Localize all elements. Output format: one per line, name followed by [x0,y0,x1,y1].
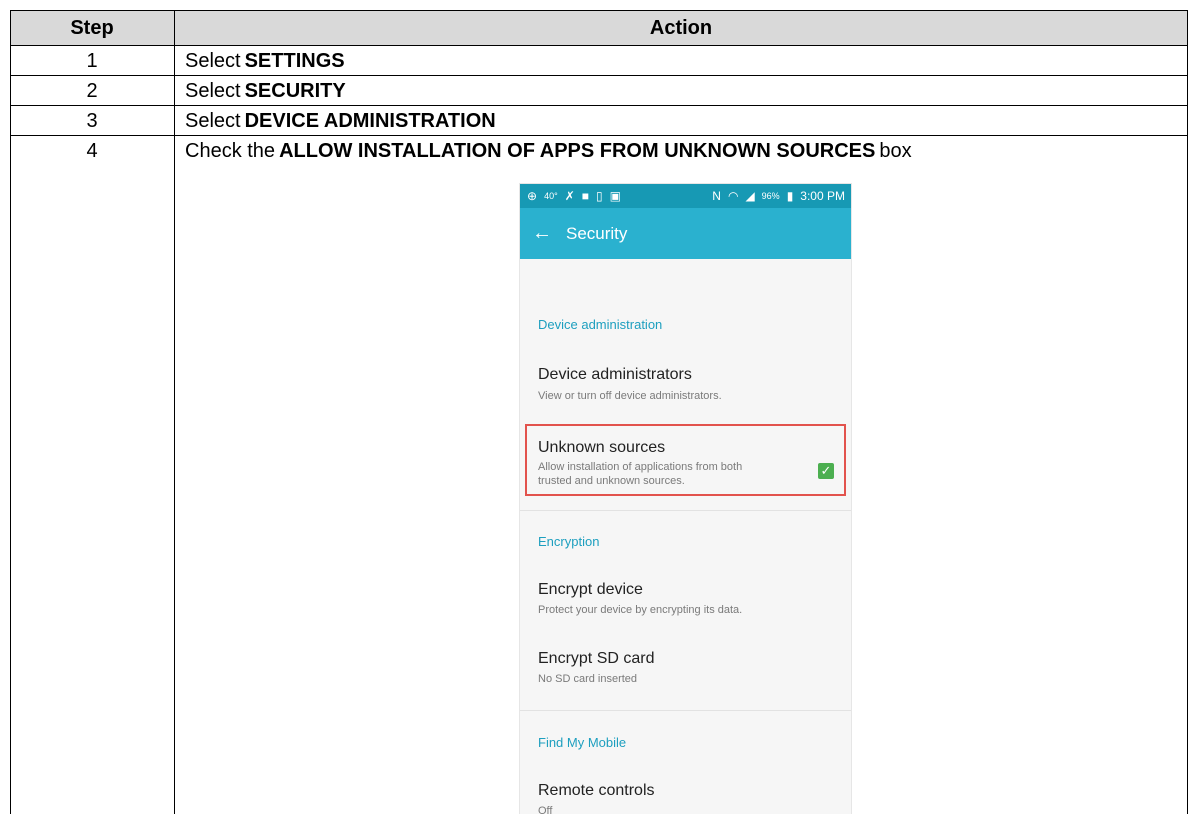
action-text: Select DEVICE ADMINISTRATION [185,106,500,135]
app-bar: ← Security [520,208,851,259]
header-action: Action [649,16,713,39]
section-header: Device administration [538,317,663,332]
vibrate-icon: ▯ [596,189,603,203]
step-number: 3 [86,109,98,132]
setting-subtitle: trusted and unknown sources. [538,475,685,487]
action-keyword: DEVICE ADMINISTRATION [244,109,496,132]
status-bar: ⊕ 40° ✗ ■ ▯ ▣ N ◠ ◢ 96% ▮ 3:00 PM [520,184,851,208]
action-text: Select SETTINGS [185,46,349,75]
setting-subtitle: Off [538,805,553,814]
lock-icon: ■ [581,189,589,203]
section-header: Find My Mobile [538,735,627,750]
step-number: 1 [86,49,98,72]
setting-subtitle: View or turn off device administrators. [538,390,722,402]
battery-percent-text: 96% [761,191,780,201]
table-border [174,10,175,814]
setting-title[interactable]: Encrypt SD card [538,650,654,668]
app-bar-title: Security [566,223,628,243]
step-number: 2 [86,79,98,102]
wifi-icon: ◠ [727,189,739,203]
action-prefix: Select [185,109,241,132]
action-prefix: Check the [185,139,276,162]
step-number: 4 [86,139,98,162]
header-step: Step [70,16,114,39]
temperature-text: 40° [544,191,558,201]
action-suffix: box [879,139,912,162]
setting-title[interactable]: Encrypt device [538,581,643,599]
section-header: Encryption [538,534,600,549]
call-missed-icon: ✗ [564,189,575,203]
plus-badge-icon: ⊕ [527,189,538,203]
setting-subtitle: Protect your device by encrypting its da… [538,604,743,616]
action-text: Check the ALLOW INSTALLATION OF APPS FROM… [185,136,912,165]
action-text: Select SECURITY [185,76,350,105]
divider [520,710,851,711]
action-prefix: Select [185,79,241,102]
setting-title[interactable]: Device administrators [538,366,692,384]
unknown-sources-checkbox[interactable]: ✓ [818,463,834,479]
setting-subtitle: Allow installation of applications from … [538,461,743,473]
action-keyword: ALLOW INSTALLATION OF APPS FROM UNKNOWN … [279,139,876,162]
arrow-back-icon[interactable]: ← [520,222,558,245]
nfc-icon: N [712,189,721,203]
battery-icon: ▮ [786,189,794,203]
table-border [1187,10,1188,814]
divider [520,510,851,511]
action-keyword: SETTINGS [244,49,345,72]
setting-title[interactable]: Remote controls [538,782,655,800]
action-prefix: Select [185,49,241,72]
clock-text: 3:00 PM [800,189,845,203]
setting-title-unknown-sources[interactable]: Unknown sources [538,439,665,457]
action-keyword: SECURITY [244,79,346,102]
checkmark-icon: ✓ [820,463,832,478]
image-icon: ▣ [609,189,621,203]
setting-subtitle: No SD card inserted [538,673,638,685]
phone-screenshot: ⊕ 40° ✗ ■ ▯ ▣ N ◠ ◢ 96% ▮ 3:00 PM ← Secu… [520,184,851,814]
signal-icon: ◢ [745,189,755,203]
